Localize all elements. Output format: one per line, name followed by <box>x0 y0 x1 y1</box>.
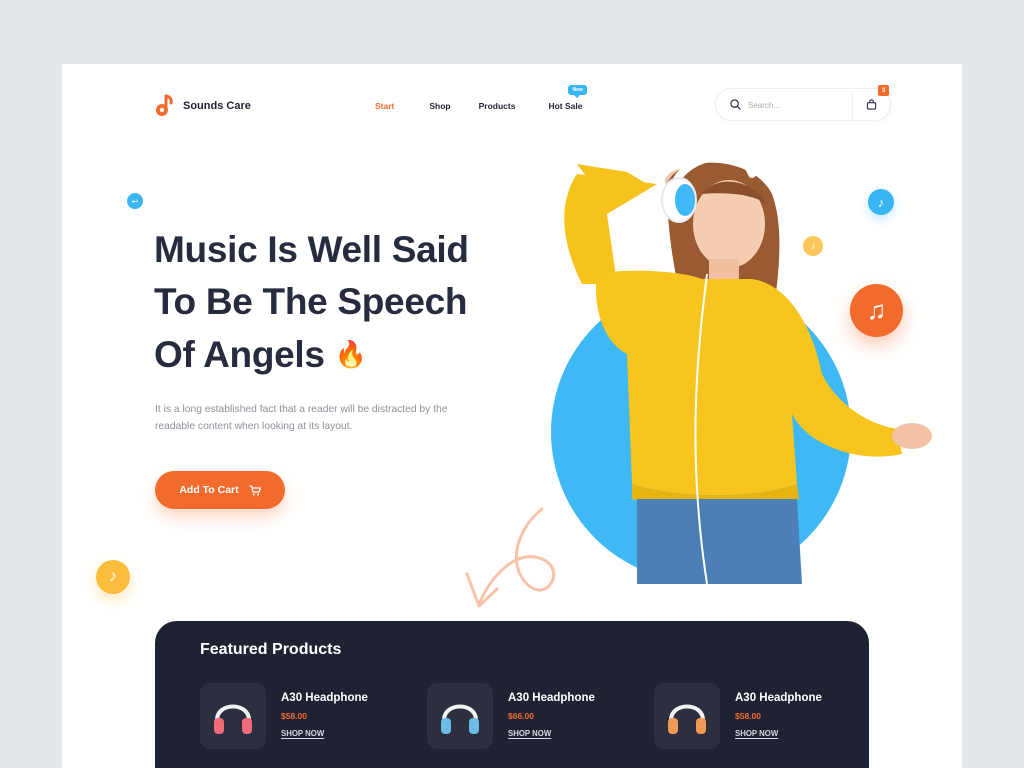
product-price: $58.00 <box>735 711 761 721</box>
headphone-icon <box>214 704 252 734</box>
music-note-logo-icon <box>156 94 173 116</box>
hero-title-line3: Of Angels <box>154 334 325 375</box>
brand-logo[interactable]: Sounds Care <box>154 94 251 118</box>
hero-title-line1: Music Is Well Said <box>154 229 469 270</box>
nav-products[interactable]: Products <box>479 101 516 111</box>
hero-title: Music Is Well Said To Be The Speech Of A… <box>154 224 514 381</box>
search-icon <box>730 99 741 110</box>
hero-title-line2: To Be The Speech <box>154 281 468 322</box>
shop-now-link[interactable]: SHOP NOW <box>508 729 551 738</box>
landing-page: Sounds Care Start Shop Products Hot Sale… <box>62 64 962 768</box>
main-nav: Start Shop Products Hot Sale New <box>375 85 587 111</box>
shopping-bag-icon[interactable] <box>866 99 877 110</box>
nav-hot-sale[interactable]: Hot Sale New <box>548 85 587 111</box>
decor-blue-dot: ↩ <box>127 193 143 209</box>
product-card[interactable]: A30 Headphone $58.00 SHOP NOW <box>654 683 854 753</box>
new-badge: New <box>568 85 587 98</box>
nav-start[interactable]: Start <box>375 101 394 111</box>
product-thumbnail <box>427 683 493 749</box>
product-price: $66.00 <box>508 711 534 721</box>
music-note-blue-icon: ♪ <box>868 189 894 215</box>
add-to-cart-button[interactable]: Add To Cart <box>155 471 285 509</box>
hero-image <box>537 154 937 584</box>
cart-count-badge: 3 <box>878 85 889 96</box>
add-to-cart-label: Add To Cart <box>179 484 239 496</box>
search-divider <box>852 91 853 119</box>
shop-now-link[interactable]: SHOP NOW <box>281 729 324 738</box>
product-thumbnail <box>200 683 266 749</box>
product-name: A30 Headphone <box>281 692 368 704</box>
product-price: $58.00 <box>281 711 307 721</box>
product-name: A30 Headphone <box>508 692 595 704</box>
shop-now-link[interactable]: SHOP NOW <box>735 729 778 738</box>
music-notes-orange-icon: ♫ <box>850 284 903 337</box>
product-card[interactable]: A30 Headphone $58.00 SHOP NOW <box>200 683 400 753</box>
product-name: A30 Headphone <box>735 692 822 704</box>
headphone-icon <box>668 704 706 734</box>
girl-with-headphones-illustration <box>564 154 932 584</box>
brand-name: Sounds Care <box>183 100 251 112</box>
featured-title: Featured Products <box>200 641 342 658</box>
cart-icon <box>249 484 261 495</box>
fire-emoji: 🔥 <box>334 339 367 369</box>
hero-description: It is a long established fact that a rea… <box>155 404 448 432</box>
search-bar: 3 <box>715 85 891 121</box>
featured-products-section: Featured Products A30 Headphone $58.00 S… <box>155 621 869 768</box>
nav-hot-sale-label: Hot Sale <box>548 101 583 111</box>
search-input[interactable] <box>748 97 844 113</box>
headphone-icon <box>441 704 479 734</box>
nav-shop[interactable]: Shop <box>429 101 450 111</box>
product-thumbnail <box>654 683 720 749</box>
product-card[interactable]: A30 Headphone $66.00 SHOP NOW <box>427 683 627 753</box>
music-note-icon: ♪ <box>96 560 130 594</box>
music-note-yellow-icon: ♪ <box>803 236 823 256</box>
